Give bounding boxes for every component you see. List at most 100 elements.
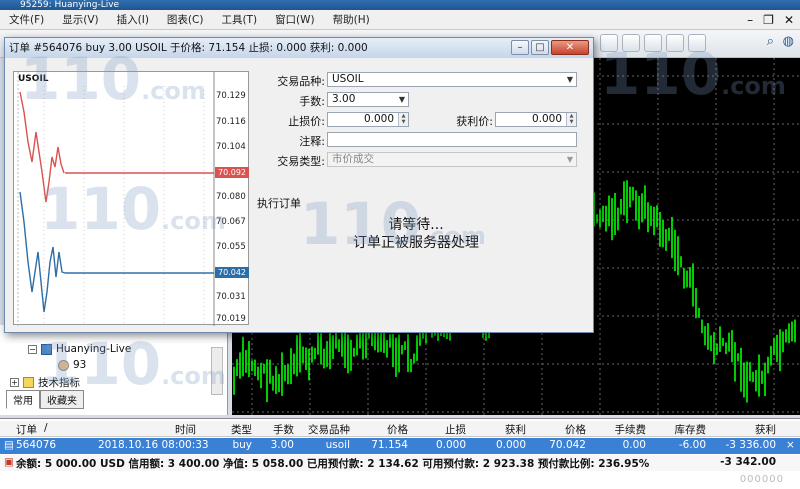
nav-account-label: Huanying-Live bbox=[56, 343, 132, 355]
summary-text: 余额: 5 000.00 USD 信用额: 3 400.00 净值: 5 058… bbox=[16, 458, 650, 470]
order-tp: 0.000 bbox=[495, 439, 526, 451]
volume-select[interactable]: 3.00 ▼ bbox=[327, 92, 409, 107]
toolbar-button-icon[interactable] bbox=[666, 34, 684, 52]
order-time: 2018.10.16 08:00:33 bbox=[98, 439, 209, 451]
ask-line bbox=[19, 191, 66, 313]
toolbar-button-icon[interactable] bbox=[644, 34, 662, 52]
summary-total: -3 342.00 bbox=[720, 456, 776, 468]
order-price: 71.154 bbox=[371, 439, 408, 451]
dialog-close-icon[interactable]: ✕ bbox=[551, 40, 589, 55]
server-icon bbox=[41, 343, 52, 355]
nav-indicators[interactable]: + 技术指标 bbox=[10, 375, 80, 390]
menu-help[interactable]: 帮助(H) bbox=[324, 12, 379, 27]
chevron-down-icon: ▼ bbox=[398, 95, 405, 104]
dialog-minimize-icon[interactable]: – bbox=[511, 40, 529, 55]
col-swap[interactable]: 库存费 bbox=[650, 422, 707, 437]
col-commission[interactable]: 手续费 bbox=[590, 422, 647, 437]
stop-loss-value: 0.000 bbox=[363, 113, 394, 125]
price-tick: 70.080 bbox=[216, 192, 246, 202]
col-profit[interactable]: 获利 bbox=[720, 422, 776, 437]
restore-icon[interactable]: ❐ bbox=[763, 13, 774, 27]
col-current-price[interactable]: 价格 bbox=[530, 422, 586, 437]
tick-chart-symbol: USOIL bbox=[18, 74, 49, 84]
nav-indicators-label: 技术指标 bbox=[38, 377, 80, 389]
close-icon[interactable]: ✕ bbox=[784, 13, 794, 27]
price-tick: 70.055 bbox=[216, 242, 246, 252]
price-tick: 70.031 bbox=[216, 292, 246, 302]
order-symbol: usoil bbox=[325, 439, 350, 451]
col-order[interactable]: 订单 bbox=[16, 422, 37, 437]
spinner-icon[interactable]: ▲ ▼ bbox=[398, 113, 408, 126]
price-tick: 70.129 bbox=[216, 91, 246, 101]
toolbar-button-icon[interactable] bbox=[600, 34, 618, 52]
comment-input[interactable] bbox=[327, 132, 577, 147]
order-sl: 0.000 bbox=[435, 439, 466, 451]
price-tick: 70.116 bbox=[216, 117, 246, 127]
stop-loss-label: 止损价: bbox=[288, 115, 325, 128]
window-controls: – ❐ ✕ bbox=[747, 13, 794, 27]
dialog-maximize-icon[interactable]: □ bbox=[531, 40, 549, 55]
table-row[interactable]: ▤ 564076 2018.10.16 08:00:33 buy 3.00 us… bbox=[0, 438, 800, 454]
volume-label: 手数: bbox=[299, 95, 325, 108]
order-dialog: 订单 #564076 buy 3.00 USOIL 于价格: 71.154 止损… bbox=[4, 37, 594, 333]
col-symbol[interactable]: 交易品种 bbox=[296, 422, 350, 437]
menu-insert[interactable]: 插入(I) bbox=[108, 12, 158, 27]
dialog-title: 订单 #564076 buy 3.00 USOIL 于价格: 71.154 止损… bbox=[9, 42, 368, 54]
order-lots: 3.00 bbox=[270, 439, 294, 451]
col-sl[interactable]: 止损 bbox=[410, 422, 466, 437]
take-profit-value: 0.000 bbox=[531, 113, 562, 125]
order-type: buy bbox=[232, 439, 252, 451]
menu-file[interactable]: 文件(F) bbox=[0, 12, 53, 27]
window-title: 95259: Huanying-Live bbox=[20, 0, 120, 10]
col-sort: / bbox=[44, 422, 48, 434]
toolbar-button-icon[interactable] bbox=[688, 34, 706, 52]
take-profit-input[interactable]: 0.000 ▲ ▼ bbox=[495, 112, 577, 127]
tab-favorites[interactable]: 收藏夹 bbox=[40, 390, 84, 409]
price-tick: 70.019 bbox=[216, 314, 246, 324]
menu-window[interactable]: 窗口(W) bbox=[266, 12, 324, 27]
spinner-icon[interactable]: ▲ ▼ bbox=[566, 113, 576, 126]
col-time[interactable]: 时间 bbox=[150, 422, 196, 437]
window-title-bar: 95259: Huanying-Live bbox=[0, 0, 800, 10]
nav-tabs: 常用 收藏夹 bbox=[6, 390, 84, 409]
volume-select-value: 3.00 bbox=[332, 93, 356, 105]
price-tick: 70.067 bbox=[216, 217, 246, 227]
indicator-icon bbox=[23, 377, 34, 388]
chevron-down-icon: ▼ bbox=[566, 75, 573, 84]
col-type[interactable]: 类型 bbox=[210, 422, 252, 437]
toolbar-button-icon[interactable] bbox=[622, 34, 640, 52]
order-type-select[interactable]: 市价成交 ▼ bbox=[327, 152, 577, 167]
processing-message: 请等待... 订单正被服务器处理 bbox=[257, 206, 575, 324]
nav-account-item[interactable]: 93 bbox=[58, 359, 86, 371]
dialog-title-bar[interactable]: 订单 #564076 buy 3.00 USOIL 于价格: 71.154 止损… bbox=[5, 38, 593, 58]
bid-line bbox=[19, 91, 65, 203]
col-tp[interactable]: 获利 bbox=[470, 422, 526, 437]
minimize-icon[interactable]: – bbox=[747, 13, 753, 27]
collapse-icon[interactable]: − bbox=[28, 344, 37, 354]
symbol-select[interactable]: USOIL ▼ bbox=[327, 72, 577, 87]
expand-icon[interactable]: + bbox=[10, 378, 19, 387]
menu-charts[interactable]: 图表(C) bbox=[158, 12, 213, 27]
order-icon: ▤ bbox=[4, 439, 14, 451]
menu-view[interactable]: 显示(V) bbox=[53, 12, 107, 27]
wait-line-2: 订单正被服务器处理 bbox=[353, 235, 479, 251]
order-commission: 0.00 bbox=[622, 439, 646, 451]
close-order-icon[interactable]: × bbox=[786, 439, 795, 451]
bid-price-tag: 70.092 bbox=[215, 167, 249, 178]
order-profit: -3 336.00 bbox=[725, 439, 776, 451]
stop-loss-input[interactable]: 0.000 ▲ ▼ bbox=[327, 112, 409, 127]
tab-common[interactable]: 常用 bbox=[6, 390, 40, 409]
symbol-select-value: USOIL bbox=[332, 73, 364, 85]
search-icon[interactable]: ⌕ bbox=[767, 34, 774, 49]
col-lots[interactable]: 手数 bbox=[256, 422, 294, 437]
menu-tools[interactable]: 工具(T) bbox=[212, 12, 266, 27]
tick-chart: USOIL 70.129 70.116 70.104 70.092 70.080… bbox=[13, 71, 249, 326]
nav-account[interactable]: − Huanying-Live bbox=[28, 343, 131, 355]
menu-bar: 文件(F) 显示(V) 插入(I) 图表(C) 工具(T) 窗口(W) 帮助(H… bbox=[0, 10, 800, 30]
order-swap: -6.00 bbox=[678, 439, 706, 451]
terminal-panel: 订单 / 时间 类型 手数 交易品种 价格 止损 获利 价格 手续费 库存费 获… bbox=[0, 418, 800, 489]
profile-icon[interactable]: ◍ bbox=[783, 34, 794, 49]
col-price[interactable]: 价格 bbox=[350, 422, 408, 437]
nav-scrollbar[interactable] bbox=[211, 347, 223, 395]
ask-price-tag: 70.042 bbox=[215, 267, 249, 278]
